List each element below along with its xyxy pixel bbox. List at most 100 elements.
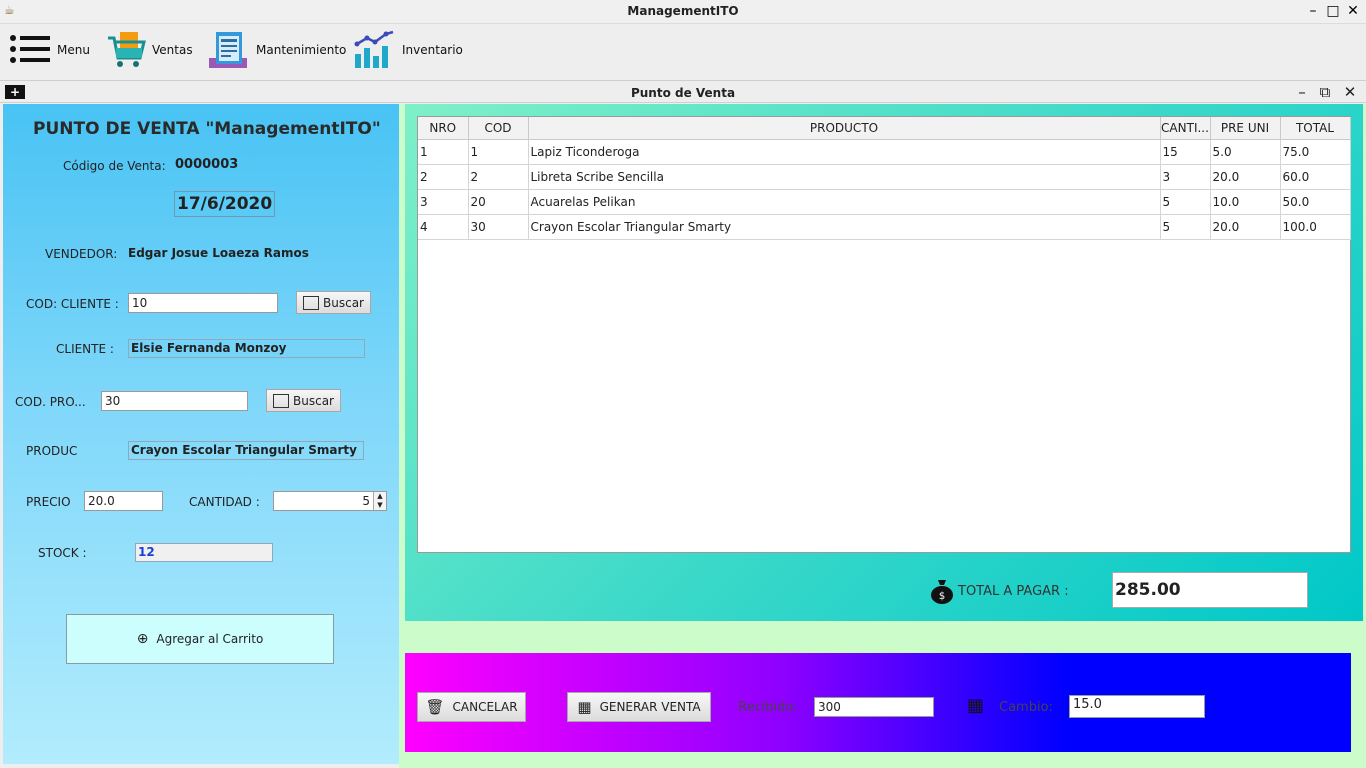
menubar: Menu Ventas Mantenimiento Inventario — [0, 24, 1366, 76]
search-client-label: Buscar — [323, 295, 364, 310]
menu-item-label: Mantenimiento — [256, 43, 347, 57]
table-cell: 5 — [1160, 214, 1211, 240]
table-cell: 60.0 — [1280, 164, 1351, 190]
money-bag-icon: $ — [930, 578, 954, 604]
table-cell: 50.0 — [1280, 189, 1351, 215]
received-label: Recibido: — [738, 700, 798, 715]
frame-title: Punto de Venta — [630, 86, 736, 100]
column-header[interactable]: CANTI... — [1160, 117, 1211, 140]
table-cell: 20.0 — [1210, 164, 1281, 190]
search-product-button[interactable]: Buscar — [266, 389, 341, 412]
table-row[interactable]: 3 20 Acuarelas Pelikan 5 10.0 50.0 — [418, 189, 1351, 215]
generate-sale-button[interactable]: ▦ GENERAR VENTA — [567, 692, 711, 722]
total-label: TOTAL A PAGAR : — [958, 584, 1069, 599]
quantity-label: CANTIDAD : — [189, 495, 260, 509]
table-cell: 75.0 — [1280, 139, 1351, 165]
sale-code-label: Código de Venta: — [63, 159, 166, 173]
frame-minimize-button[interactable]: – — [1292, 82, 1312, 102]
seller-label: VENDEDOR: — [45, 247, 118, 261]
column-header[interactable]: COD — [468, 117, 529, 140]
frame-close-button[interactable]: ✕ — [1340, 82, 1360, 102]
total-value: 285.00 — [1112, 572, 1308, 608]
table-row[interactable]: 2 2 Libreta Scribe Sencilla 3 20.0 60.0 — [418, 164, 1351, 190]
product-code-input[interactable]: 30 — [101, 391, 248, 411]
product-code-label: COD. PRO... — [15, 395, 86, 409]
table-header-row: NRO COD PRODUCTO CANTI... PRE UNI TOTAL — [418, 117, 1351, 140]
price-input[interactable]: 20.0 — [84, 491, 163, 511]
add-circle-icon: ⊕ — [136, 631, 149, 647]
menu-item-ventas[interactable]: Ventas — [106, 30, 193, 70]
calculator-icon: ▦ — [577, 698, 592, 716]
received-input[interactable]: 300 — [814, 697, 934, 717]
menu-item-inventario[interactable]: Inventario — [354, 30, 463, 70]
client-code-input[interactable]: 10 — [128, 293, 278, 313]
table-cell: 20.0 — [1210, 214, 1281, 240]
calculator-icon: ▦ — [967, 695, 985, 716]
cancel-label: CANCELAR — [452, 700, 518, 714]
trash-icon: 🗑 — [425, 698, 445, 716]
form-heading: PUNTO DE VENTA "ManagementITO" — [33, 119, 381, 139]
sale-date: 17/6/2020 — [174, 191, 276, 217]
menu-item-label: Inventario — [402, 43, 463, 57]
table-cell: 2 — [418, 164, 469, 190]
client-name-field: Elsie Fernanda Monzoy — [128, 339, 365, 358]
table-cell: 5 — [1160, 189, 1211, 215]
cart-table[interactable]: NRO COD PRODUCTO CANTI... PRE UNI TOTAL … — [417, 116, 1351, 553]
table-cell: 10.0 — [1210, 189, 1281, 215]
table-cell: 100.0 — [1280, 214, 1351, 240]
table-row[interactable]: 1 1 Lapiz Ticonderoga 15 5.0 75.0 — [418, 139, 1351, 165]
table-cell: 1 — [418, 139, 469, 165]
table-cell: Lapiz Ticonderoga — [528, 139, 1161, 165]
table-cell: 3 — [418, 189, 469, 215]
search-icon — [303, 295, 319, 310]
table-cell: 20 — [468, 189, 529, 215]
table-row[interactable]: 4 30 Crayon Escolar Triangular Smarty 5 … — [418, 214, 1351, 240]
table-cell: 2 — [468, 164, 529, 190]
frame-restore-button[interactable]: ⧉ — [1315, 82, 1335, 102]
product-name-field: Crayon Escolar Triangular Smarty — [128, 441, 364, 460]
column-header[interactable]: NRO — [418, 117, 469, 140]
minimize-button[interactable]: – — [1304, 2, 1322, 20]
search-client-button[interactable]: Buscar — [296, 291, 371, 314]
table-cell: Acuarelas Pelikan — [528, 189, 1161, 215]
menu-item-mantenimiento[interactable]: Mantenimiento — [208, 30, 346, 70]
stepper-arrows-icon[interactable]: ▲ ▼ — [373, 492, 386, 510]
add-to-cart-button[interactable]: ⊕ Agregar al Carrito — [66, 614, 334, 664]
client-code-label: COD: CLIENTE : — [26, 297, 119, 311]
cart-icon — [106, 30, 146, 70]
close-button[interactable]: ✕ — [1344, 2, 1362, 20]
list-icon — [9, 30, 51, 70]
stock-value: 12 — [135, 543, 273, 562]
table-cell: Crayon Escolar Triangular Smarty — [528, 214, 1161, 240]
column-header[interactable]: TOTAL — [1280, 117, 1351, 140]
internal-frame-titlebar: + Punto de Venta – ⧉ ✕ — [0, 80, 1366, 103]
client-label: CLIENTE : — [56, 342, 114, 356]
menu-item-label: Ventas — [152, 43, 193, 57]
menu-item-menu[interactable]: Menu — [9, 30, 90, 70]
window-titlebar: ☕ ManagementITO – □ ✕ — [0, 0, 1366, 24]
quantity-stepper[interactable]: 5 — [273, 491, 387, 511]
price-label: PRECIO — [26, 495, 71, 509]
maximize-button[interactable]: □ — [1324, 2, 1342, 20]
table-cell: 4 — [418, 214, 469, 240]
table-cell: 15 — [1160, 139, 1211, 165]
change-input[interactable]: 15.0 — [1069, 695, 1205, 718]
table-cell: 1 — [468, 139, 529, 165]
svg-text:$: $ — [939, 591, 945, 602]
cancel-button[interactable]: 🗑 CANCELAR — [417, 692, 526, 722]
menu-item-label: Menu — [57, 43, 90, 57]
table-cell: 5.0 — [1210, 139, 1281, 165]
stock-label: STOCK : — [38, 546, 87, 560]
window-title: ManagementITO — [627, 4, 739, 18]
search-product-label: Buscar — [293, 393, 334, 408]
seller-value: Edgar Josue Loaeza Ramos — [128, 246, 309, 260]
add-to-cart-label: Agregar al Carrito — [156, 632, 264, 646]
sale-code-value: 0000003 — [175, 157, 239, 172]
column-header[interactable]: PRODUCTO — [528, 117, 1161, 140]
change-label: Cambio: — [999, 700, 1053, 715]
column-header[interactable]: PRE UNI — [1210, 117, 1281, 140]
chart-icon — [354, 30, 396, 70]
generate-sale-label: GENERAR VENTA — [599, 700, 701, 714]
receipt-icon — [208, 30, 250, 70]
table-cell: 3 — [1160, 164, 1211, 190]
